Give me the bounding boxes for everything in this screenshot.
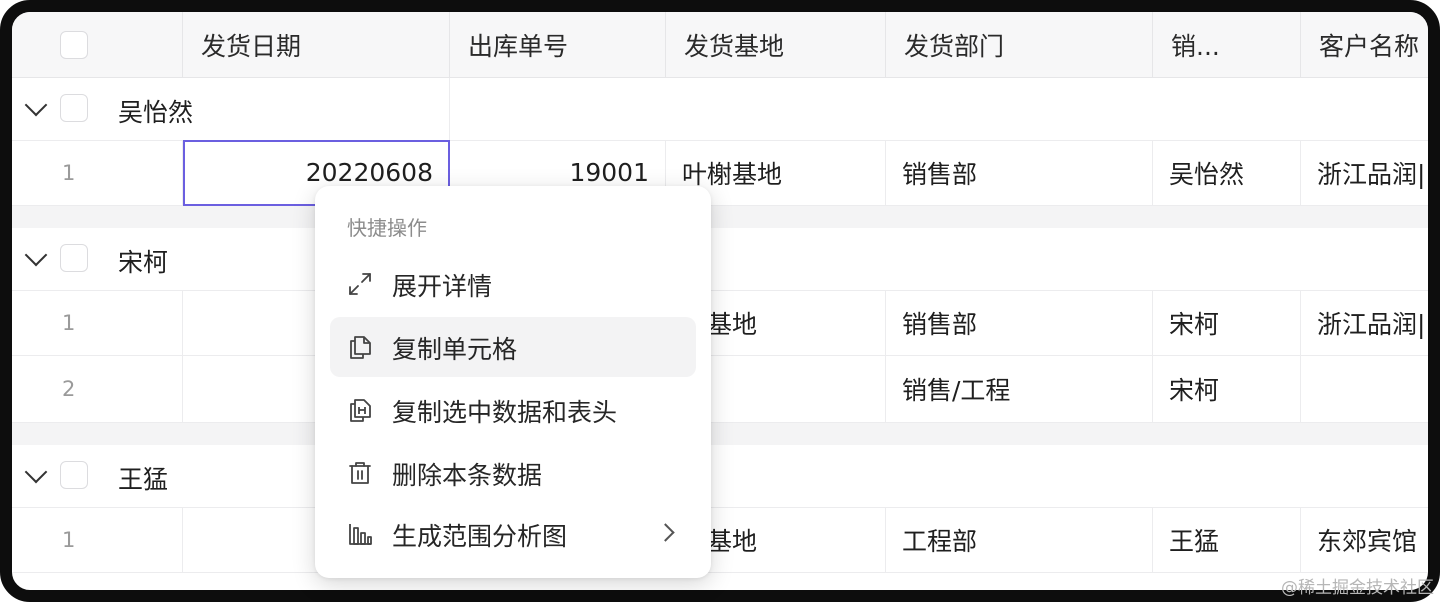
copy-with-header-icon <box>350 399 371 422</box>
menu-item-label: 复制选中数据和表头 <box>392 398 618 427</box>
column-header-label: 发货日期 <box>201 31 302 61</box>
row-index: 1 <box>12 507 183 573</box>
context-menu-title: 快捷操作 <box>347 216 427 240</box>
menu-item-delete-row[interactable]: 删除本条数据 <box>330 443 696 503</box>
cell-customer[interactable]: 浙江品润| <box>1301 290 1428 356</box>
cell-sales[interactable]: 吴怡然 <box>1153 140 1301 206</box>
column-header-customer[interactable]: 客户名称 <box>1301 12 1428 78</box>
column-header-sales[interactable]: 销... <box>1153 12 1301 78</box>
menu-item-expand-details[interactable]: 展开详情 <box>330 254 696 314</box>
cell-ship-dept[interactable]: 工程部 <box>886 507 1153 573</box>
group-header-row[interactable]: 王猛 <box>12 445 1428 508</box>
column-header-label: 客户名称 <box>1319 31 1420 61</box>
group-header-row[interactable]: 宋柯 <box>12 228 1428 291</box>
cell-ship-dept[interactable]: 销售部 <box>886 290 1153 356</box>
chevron-down-icon[interactable] <box>24 243 48 267</box>
cell-sales[interactable]: 宋柯 <box>1153 356 1301 423</box>
cell-customer[interactable] <box>1301 356 1428 423</box>
cell-sales[interactable]: 宋柯 <box>1153 290 1301 356</box>
context-menu: 快捷操作 展开详情 复制单元格 复制选中数据和表头 删除本条数据 生成范围分析图 <box>315 186 711 578</box>
group-checkbox[interactable] <box>60 94 88 122</box>
group-checkbox[interactable] <box>60 244 88 272</box>
column-header-label: 发货部门 <box>904 31 1005 61</box>
group-label: 王猛 <box>118 465 169 494</box>
chevron-down-icon[interactable] <box>24 93 48 117</box>
cell-customer[interactable]: 东郊宾馆 <box>1301 507 1428 573</box>
watermark: @稀土掘金技术社区 <box>1281 578 1434 598</box>
menu-item-copy-with-header[interactable]: 复制选中数据和表头 <box>330 380 696 440</box>
row-index: 1 <box>12 140 183 206</box>
group-separator <box>12 206 1428 228</box>
cell-ship-dept[interactable]: 销售/工程 <box>886 356 1153 423</box>
copy-icon <box>350 336 371 359</box>
menu-item-label: 生成范围分析图 <box>392 522 568 551</box>
column-header-ship-base[interactable]: 发货基地 <box>666 12 886 78</box>
select-all-checkbox[interactable] <box>60 31 88 59</box>
column-header-ship-dept[interactable]: 发货部门 <box>886 12 1153 78</box>
group-label: 宋柯 <box>118 248 169 277</box>
column-header-order-no[interactable]: 出库单号 <box>450 12 666 78</box>
header-select-all-cell <box>12 12 183 78</box>
row-index: 2 <box>12 356 183 423</box>
row-index: 1 <box>12 290 183 356</box>
chevron-down-icon[interactable] <box>24 460 48 484</box>
menu-item-label: 复制单元格 <box>392 335 518 364</box>
cell-ship-dept[interactable]: 销售部 <box>886 140 1153 206</box>
trash-icon <box>349 462 371 484</box>
column-header-label: 销... <box>1171 31 1220 61</box>
menu-item-range-chart[interactable]: 生成范围分析图 <box>330 504 696 564</box>
group-separator <box>12 423 1428 445</box>
chevron-right-icon <box>656 523 675 542</box>
column-header-ship-date[interactable]: 发货日期 <box>183 12 450 78</box>
menu-item-label: 删除本条数据 <box>392 461 543 490</box>
column-header-label: 发货基地 <box>684 31 785 61</box>
group-checkbox[interactable] <box>60 461 88 489</box>
cell-customer[interactable]: 浙江品润| <box>1301 140 1428 206</box>
bar-chart-icon <box>349 524 372 545</box>
column-header-label: 出库单号 <box>468 31 569 61</box>
menu-item-label: 展开详情 <box>392 272 493 301</box>
data-grid: 发货日期 出库单号 发货基地 发货部门 销... 客户名称 吴怡然 1 2022… <box>12 12 1428 590</box>
cell-sales[interactable]: 王猛 <box>1153 507 1301 573</box>
menu-item-copy-cell[interactable]: 复制单元格 <box>330 317 696 377</box>
expand-icon <box>349 273 371 295</box>
group-header-row[interactable]: 吴怡然 <box>12 78 1428 141</box>
group-label: 吴怡然 <box>118 98 194 127</box>
window-frame: 发货日期 出库单号 发货基地 发货部门 销... 客户名称 吴怡然 1 2022… <box>0 0 1440 602</box>
